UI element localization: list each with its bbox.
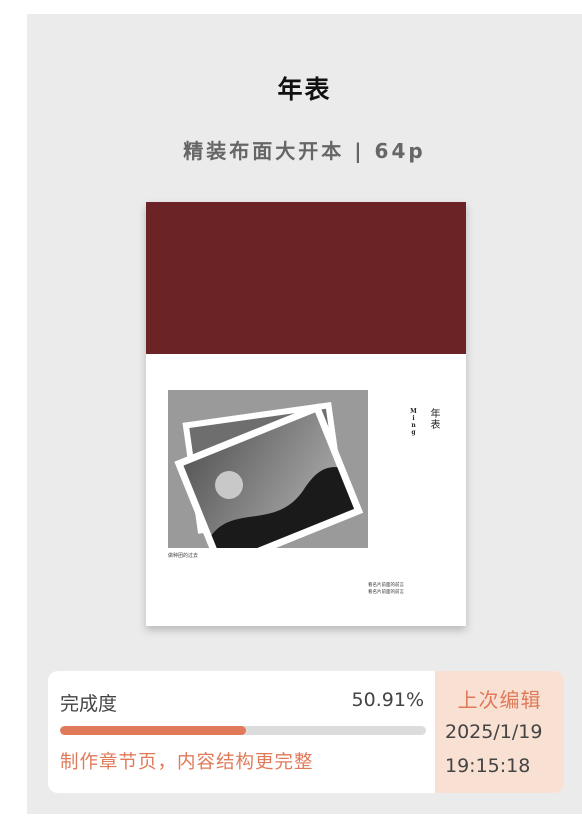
cover-title: 年表 [428, 408, 439, 430]
progress-bar [60, 726, 426, 735]
progress-label: 完成度 [60, 693, 118, 715]
progress-percent: 50.91% [351, 689, 424, 711]
progress-card: 完成度 50.91% 制作章节页，内容结构更完整 上次编辑 2025/1/19 … [48, 671, 564, 793]
product-title: 年表 [277, 75, 332, 104]
product-subtitle: 精装布面大开本 | 64p [183, 139, 426, 163]
book-cover-preview[interactable]: 做种团的过去 Ming 年表 看名片前面的前言 看名片前面的前言 [146, 202, 466, 626]
progress-hint-link[interactable]: 制作章节页，内容结构更完整 [60, 748, 314, 774]
cover-footer-line: 看名片前面的前言 [368, 590, 404, 595]
product-card[interactable]: 年表 精装布面大开本 | 64p 做种团的过去 Ming 年表 看名片前面的前言… [27, 14, 582, 814]
last-edit-time: 19:15:18 [445, 755, 531, 777]
image-placeholder-icon [168, 390, 368, 548]
last-edit-label: 上次编辑 [457, 688, 542, 712]
cover-caption: 做种团的过去 [168, 553, 199, 559]
last-edit-date: 2025/1/19 [445, 721, 543, 743]
cover-footer-line: 看名片前面的前言 [368, 583, 404, 588]
cover-footer-text: 看名片前面的前言 看名片前面的前言 [368, 582, 404, 596]
cover-color-band [146, 202, 466, 354]
last-edit-panel: 上次编辑 2025/1/19 19:15:18 [435, 671, 564, 793]
progress-bar-fill [60, 726, 247, 735]
cover-latin-title: Ming [410, 408, 417, 436]
